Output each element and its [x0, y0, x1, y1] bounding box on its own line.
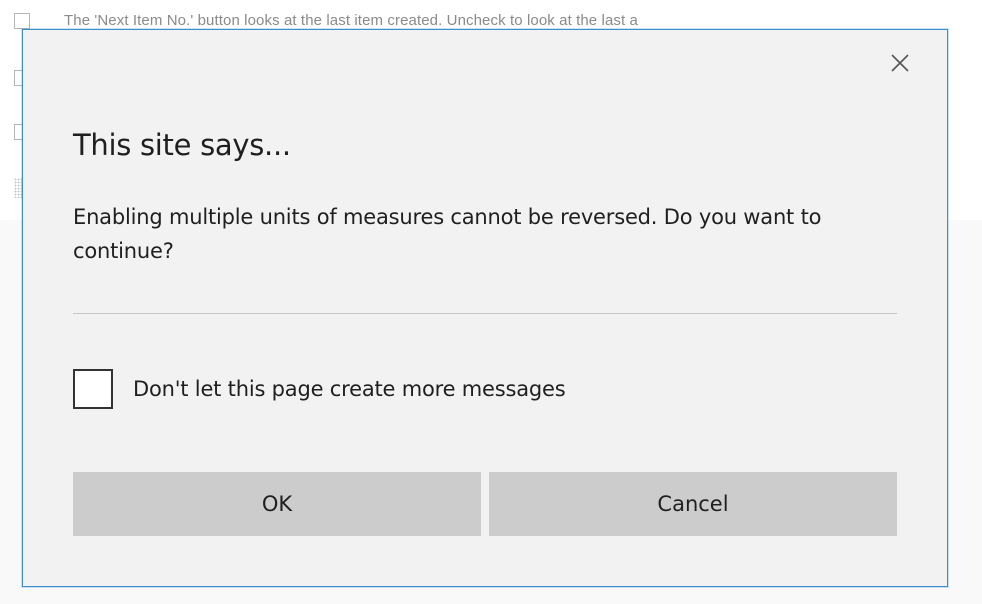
- background-option-row: The 'Next Item No.' button looks at the …: [14, 12, 638, 29]
- close-icon: [891, 54, 909, 72]
- dialog-message: Enabling multiple units of measures cann…: [73, 205, 822, 263]
- suppress-messages-label: Don't let this page create more messages: [133, 377, 566, 401]
- dialog-divider: [73, 313, 897, 314]
- alert-dialog: This site says... Enabling multiple unit…: [22, 29, 948, 587]
- close-button[interactable]: [887, 50, 913, 76]
- ok-button[interactable]: OK: [73, 472, 481, 536]
- background-option-text: The 'Next Item No.' button looks at the …: [64, 12, 638, 29]
- background-checkbox[interactable]: [14, 12, 30, 29]
- browser-page: The 'Next Item No.' button looks at the …: [0, 0, 982, 604]
- suppress-messages-option[interactable]: Don't let this page create more messages: [73, 369, 566, 409]
- cancel-button[interactable]: Cancel: [489, 472, 897, 536]
- dialog-title: This site says...: [73, 128, 291, 162]
- suppress-messages-checkbox[interactable]: [73, 369, 113, 409]
